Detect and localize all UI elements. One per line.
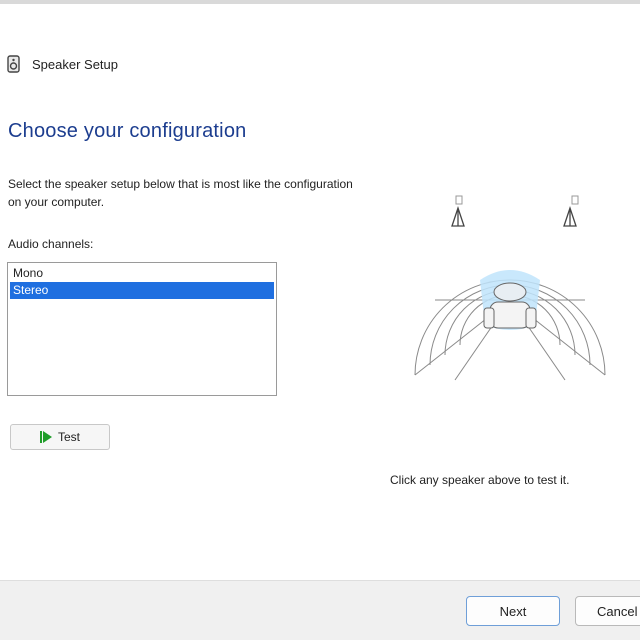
- test-button[interactable]: Test: [10, 424, 110, 450]
- audio-channels-listbox[interactable]: Mono Stereo: [7, 262, 277, 396]
- left-speaker-icon[interactable]: [451, 195, 465, 227]
- test-button-label: Test: [57, 430, 80, 444]
- page-description: Select the speaker setup below that is m…: [8, 177, 353, 209]
- window-top-border: [0, 0, 640, 4]
- speaker-test-hint: Click any speaker above to test it.: [390, 473, 570, 487]
- play-icon: [39, 431, 52, 443]
- audio-channel-option-mono[interactable]: Mono: [10, 265, 274, 282]
- window-title: Speaker Setup: [32, 56, 119, 72]
- audio-channel-option-stereo[interactable]: Stereo: [10, 282, 274, 299]
- next-button[interactable]: Next: [466, 596, 560, 626]
- right-speaker-icon[interactable]: [563, 195, 579, 227]
- page-heading: Choose your configuration: [8, 120, 247, 142]
- cancel-button[interactable]: Cancel: [575, 596, 640, 626]
- speaker-setup-icon: [7, 55, 20, 73]
- title-bar: Speaker Setup: [6, 52, 118, 76]
- audio-channels-label: Audio channels:: [8, 237, 94, 251]
- speaker-diagram: [414, 195, 606, 381]
